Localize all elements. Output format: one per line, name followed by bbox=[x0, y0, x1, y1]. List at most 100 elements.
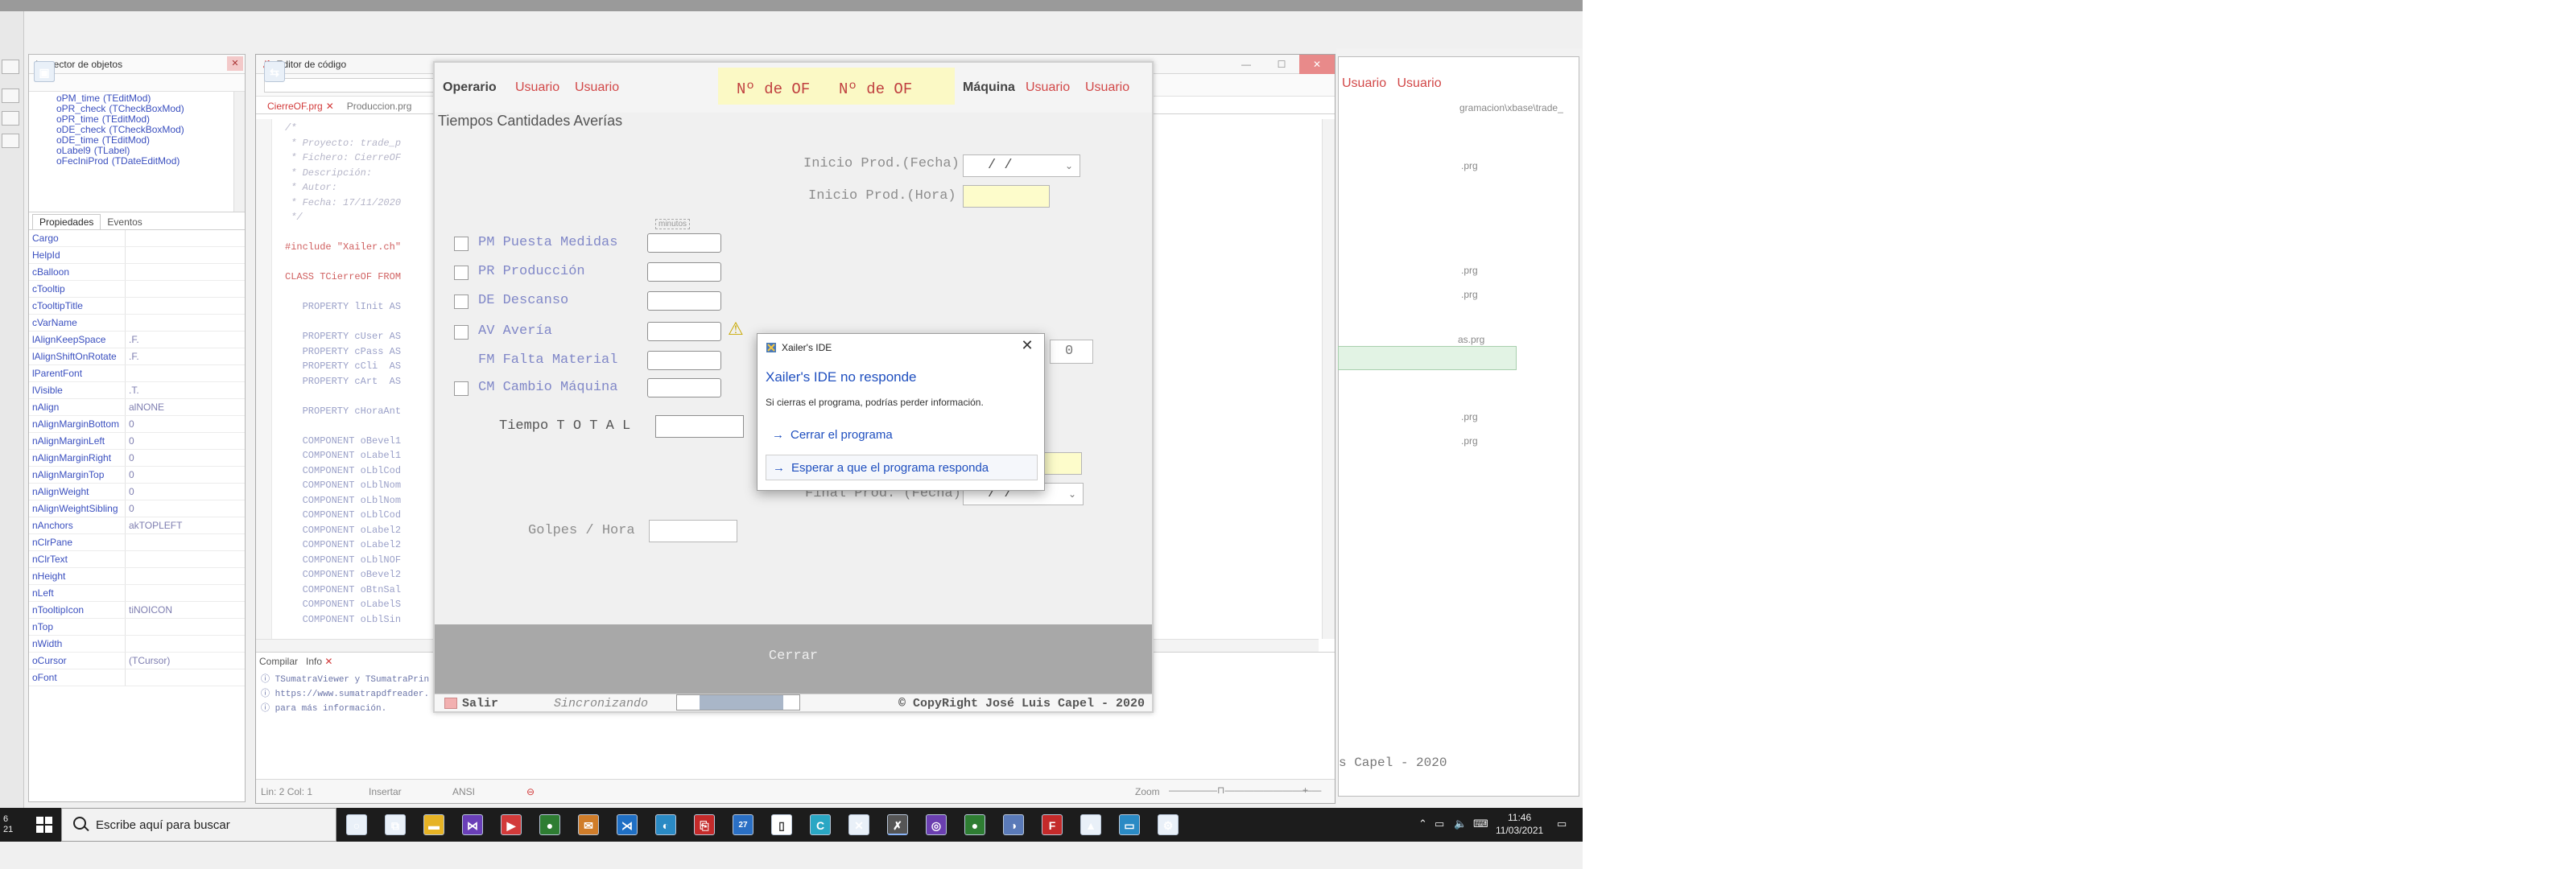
inicio-hora-input[interactable] bbox=[963, 185, 1050, 208]
strip-button[interactable] bbox=[2, 60, 19, 74]
property-value[interactable] bbox=[126, 534, 245, 550]
network-icon[interactable]: ▭ bbox=[1435, 818, 1444, 830]
property-row[interactable]: cBalloon bbox=[29, 264, 245, 281]
property-value[interactable] bbox=[126, 636, 245, 652]
property-row[interactable]: Cargo bbox=[29, 230, 245, 247]
strip-button[interactable] bbox=[2, 89, 19, 103]
app-icon-disc[interactable]: ◑ bbox=[1003, 814, 1024, 835]
pr-checkbox[interactable] bbox=[454, 266, 469, 280]
close-icon[interactable]: ✕ bbox=[1018, 337, 1036, 354]
close-icon[interactable]: ✕ bbox=[326, 101, 334, 112]
property-value[interactable]: 0 bbox=[126, 500, 245, 517]
property-row[interactable]: nTooltipIcon tiNOICON bbox=[29, 602, 245, 619]
property-value[interactable] bbox=[126, 264, 245, 280]
strip-button[interactable] bbox=[2, 134, 19, 148]
property-value[interactable]: alNONE bbox=[126, 399, 245, 415]
property-row[interactable]: lAlignKeepSpace .F. bbox=[29, 332, 245, 348]
strip-button[interactable] bbox=[2, 111, 19, 126]
salir-button[interactable]: Salir bbox=[462, 697, 498, 710]
app-icon-filezilla[interactable]: F bbox=[1042, 814, 1063, 835]
property-value[interactable] bbox=[126, 247, 245, 263]
object-tree-scrollbar[interactable] bbox=[233, 92, 245, 212]
property-value[interactable] bbox=[126, 230, 245, 246]
tiempo-total-input[interactable] bbox=[655, 415, 744, 438]
property-row[interactable]: nWidth bbox=[29, 636, 245, 653]
pm-checkbox[interactable] bbox=[454, 237, 469, 251]
property-value[interactable] bbox=[126, 315, 245, 331]
property-row[interactable]: nAlignWeight 0 bbox=[29, 484, 245, 500]
xailer-icon[interactable]: ✗ bbox=[887, 814, 908, 835]
file-explorer-icon[interactable]: ▬ bbox=[423, 814, 444, 835]
taskbar-search[interactable]: Escribe aquí para buscar bbox=[61, 808, 336, 842]
de-checkbox[interactable] bbox=[454, 294, 469, 309]
property-value[interactable] bbox=[126, 669, 245, 686]
property-value[interactable]: tiNOICON bbox=[126, 602, 245, 618]
property-row[interactable]: oCursor (TCursor) bbox=[29, 653, 245, 669]
property-value[interactable] bbox=[126, 298, 245, 314]
property-row[interactable]: lAlignShiftOnRotate .F. bbox=[29, 348, 245, 365]
close-icon[interactable]: ✕ bbox=[324, 656, 332, 667]
property-row[interactable]: cVarName bbox=[29, 315, 245, 332]
property-row[interactable]: lVisible .T. bbox=[29, 382, 245, 399]
app-icon-c[interactable]: C bbox=[810, 814, 831, 835]
cortana-icon[interactable]: ○ bbox=[346, 814, 367, 835]
property-row[interactable]: nAlign alNONE bbox=[29, 399, 245, 416]
property-value[interactable]: 0 bbox=[126, 450, 245, 466]
chevron-up-icon[interactable]: ⌃ bbox=[1418, 818, 1427, 830]
close-program-option[interactable]: → Cerrar el programa bbox=[766, 422, 1038, 448]
chevron-down-icon[interactable]: ⌄ bbox=[1068, 488, 1076, 500]
tab-eventos[interactable]: Eventos bbox=[101, 215, 148, 229]
property-value[interactable] bbox=[126, 365, 245, 381]
property-value[interactable]: (TCursor) bbox=[126, 653, 245, 669]
property-row[interactable]: oFont bbox=[29, 669, 245, 686]
property-row[interactable]: nAnchors akTOPLEFT bbox=[29, 517, 245, 534]
zoom-in-icon[interactable]: + bbox=[1302, 785, 1308, 796]
property-value[interactable] bbox=[126, 585, 245, 601]
av-time-input[interactable] bbox=[647, 322, 721, 341]
document-icon[interactable]: ▯ bbox=[771, 814, 792, 835]
tab-propiedades[interactable]: Propiedades bbox=[32, 214, 101, 229]
app-icon-arrow[interactable]: ▲ bbox=[1080, 814, 1101, 835]
pdf-icon[interactable]: ⎘ bbox=[694, 814, 715, 835]
property-value[interactable]: 0 bbox=[126, 467, 245, 483]
cantidad-input[interactable]: 0 bbox=[1050, 340, 1093, 364]
task-view-icon[interactable]: ⧉ bbox=[385, 814, 406, 835]
property-value[interactable]: .F. bbox=[126, 332, 245, 348]
property-row[interactable]: cTooltip bbox=[29, 281, 245, 298]
cm-time-input[interactable] bbox=[647, 378, 721, 397]
minimize-icon[interactable]: — bbox=[1228, 55, 1264, 74]
tab-info[interactable]: Info bbox=[306, 656, 322, 667]
tab-compilar[interactable]: Compilar bbox=[259, 656, 298, 667]
maximize-icon[interactable]: ☐ bbox=[1264, 55, 1299, 74]
app-icon-green[interactable]: ● bbox=[539, 814, 560, 835]
close-icon[interactable]: ✕ bbox=[1299, 55, 1335, 74]
cerrar-button[interactable]: Cerrar bbox=[435, 624, 1152, 694]
property-value[interactable] bbox=[126, 281, 245, 297]
object-tree-item[interactable]: oFecIniProd (TDateEditMod) bbox=[56, 156, 230, 167]
property-row[interactable]: nAlignWeightSibling 0 bbox=[29, 500, 245, 517]
property-row[interactable]: HelpId bbox=[29, 247, 245, 264]
property-value[interactable]: .T. bbox=[126, 382, 245, 398]
tab-cierreof[interactable]: CierreOF.prg ✕ bbox=[261, 99, 341, 113]
notification-icon[interactable]: ▭ bbox=[1557, 818, 1567, 830]
golpes-input[interactable] bbox=[649, 520, 737, 542]
fm-time-input[interactable] bbox=[647, 351, 721, 370]
form-tabs[interactable]: Tiempos Cantidades Averías bbox=[438, 113, 622, 130]
property-row[interactable]: lParentFont bbox=[29, 365, 245, 382]
visual-studio-icon[interactable]: ⋈ bbox=[462, 814, 483, 835]
av-checkbox[interactable] bbox=[454, 325, 469, 340]
property-row[interactable]: nAlignMarginRight 0 bbox=[29, 450, 245, 467]
github-icon[interactable]: ◎ bbox=[926, 814, 947, 835]
property-row[interactable]: nAlignMarginTop 0 bbox=[29, 467, 245, 484]
property-value[interactable] bbox=[126, 551, 245, 567]
property-row[interactable]: cTooltipTitle bbox=[29, 298, 245, 315]
property-row[interactable]: nClrPane bbox=[29, 534, 245, 551]
windows-start-icon[interactable] bbox=[35, 816, 53, 834]
function-list-icon[interactable]: ⇆ bbox=[264, 61, 285, 82]
app-icon-x[interactable]: ✕ bbox=[848, 814, 869, 835]
tab-produccion[interactable]: Produccion.prg bbox=[341, 99, 419, 113]
property-row[interactable]: nAlignMarginLeft 0 bbox=[29, 433, 245, 450]
outlook-icon[interactable]: ✉ bbox=[578, 814, 599, 835]
pr-time-input[interactable] bbox=[647, 262, 721, 282]
property-row[interactable]: nAlignMarginBottom 0 bbox=[29, 416, 245, 433]
